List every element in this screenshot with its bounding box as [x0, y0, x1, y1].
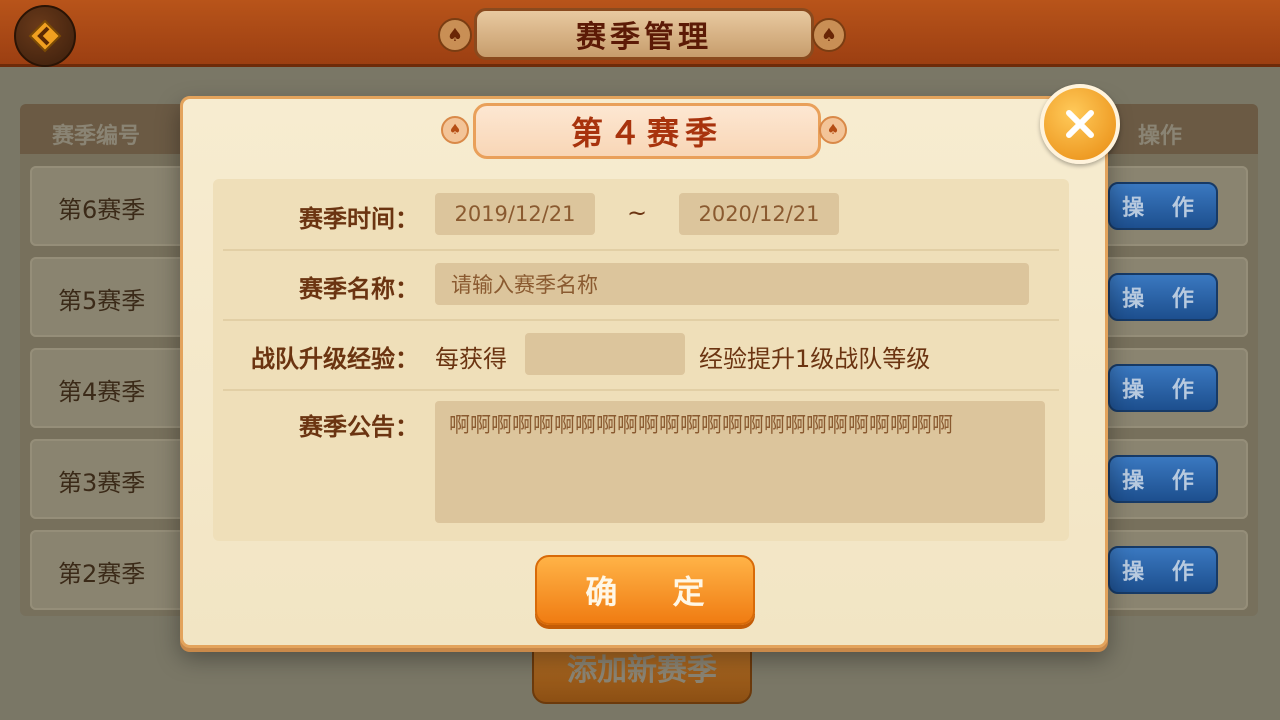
spade-icon: ♠: [819, 116, 847, 144]
exp-value-input[interactable]: [525, 333, 685, 375]
season-label: 第2赛季: [58, 560, 146, 588]
exp-prefix-text: 每获得: [435, 345, 507, 373]
dialog-title-plate: 第４赛季: [473, 103, 821, 159]
back-button[interactable]: [14, 5, 76, 67]
season-name-input[interactable]: 请输入赛季名称: [435, 263, 1029, 305]
operate-button[interactable]: 操 作: [1108, 364, 1218, 412]
dialog-title: 第４赛季: [570, 114, 723, 152]
operate-button[interactable]: 操 作: [1108, 182, 1218, 230]
back-icon: [28, 19, 62, 53]
close-button[interactable]: [1040, 84, 1120, 164]
date-range-separator: ~: [627, 199, 648, 227]
season-notice-label: 赛季公告：: [299, 413, 419, 441]
season-label: 第4赛季: [58, 378, 146, 406]
season-notice-textarea[interactable]: 啊啊啊啊啊啊啊啊啊啊啊啊啊啊啊啊啊啊啊啊啊啊啊啊: [435, 401, 1045, 523]
season-time-label: 赛季时间：: [299, 205, 419, 233]
close-icon: [1066, 110, 1094, 138]
spade-icon: ♠: [441, 116, 469, 144]
spade-icon: ♠: [438, 18, 472, 52]
operate-button[interactable]: 操 作: [1108, 455, 1218, 503]
row-divider: [223, 389, 1059, 391]
end-date-field[interactable]: 2020/12/21: [679, 193, 839, 235]
operate-button[interactable]: 操 作: [1108, 273, 1218, 321]
column-header-action: 操作: [1138, 124, 1183, 149]
form-area: 赛季时间： 2019/12/21 ~ 2020/12/21 赛季名称： 请输入赛…: [213, 179, 1069, 541]
team-exp-label: 战队升级经验：: [251, 345, 419, 373]
operate-button[interactable]: 操 作: [1108, 546, 1218, 594]
season-label: 第5赛季: [58, 287, 146, 315]
row-divider: [223, 249, 1059, 251]
column-header-season: 赛季编号: [52, 124, 141, 149]
season-name-label: 赛季名称：: [299, 275, 419, 303]
start-date-field[interactable]: 2019/12/21: [435, 193, 595, 235]
confirm-button-label: 确 定: [585, 573, 727, 611]
spade-icon: ♠: [812, 18, 846, 52]
confirm-button[interactable]: 确 定: [535, 555, 755, 625]
season-label: 第3赛季: [58, 469, 146, 497]
season-label: 第6赛季: [58, 196, 146, 224]
page-title-plate: 赛季管理: [474, 8, 814, 60]
exp-suffix-text: 经验提升1级战队等级: [699, 345, 931, 373]
season-edit-dialog: ♠ 第４赛季 ♠ 赛季时间： 2019/12/21 ~ 2020/12/21 赛…: [180, 96, 1108, 648]
row-divider: [223, 319, 1059, 321]
page-title: 赛季管理: [576, 20, 712, 55]
